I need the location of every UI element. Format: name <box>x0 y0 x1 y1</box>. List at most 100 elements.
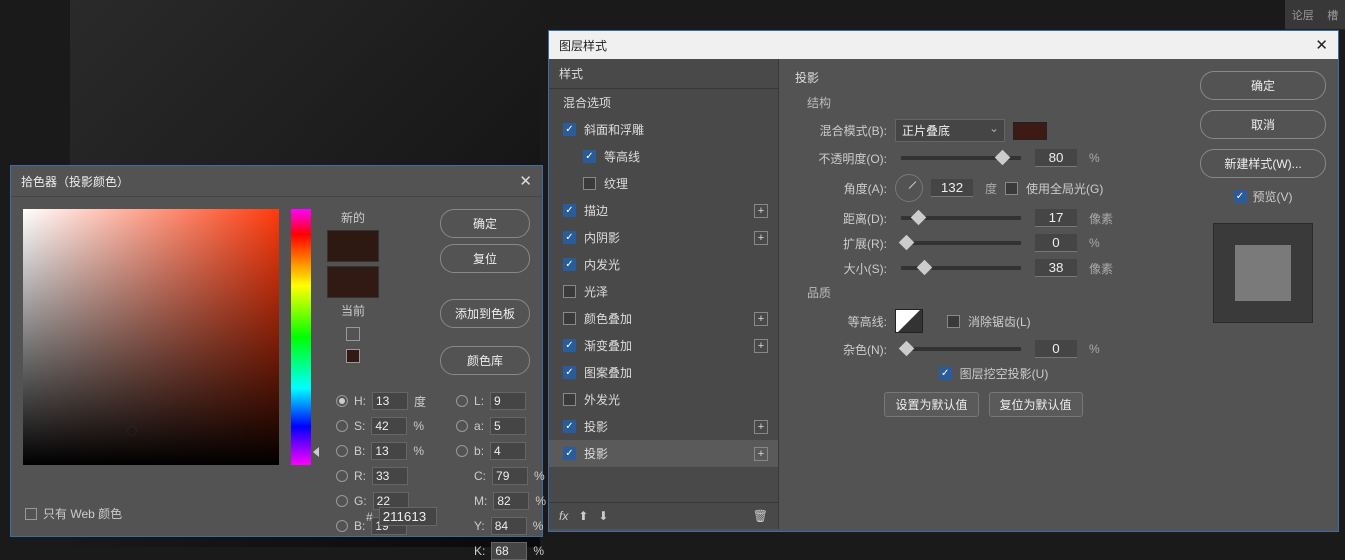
checkbox-icon[interactable] <box>563 285 576 298</box>
opacity-input[interactable] <box>1035 149 1077 167</box>
checkbox-icon[interactable] <box>563 231 576 244</box>
labb-input[interactable] <box>490 442 526 460</box>
tab-layers[interactable]: 论层 <box>1292 7 1314 23</box>
add-icon[interactable]: + <box>754 447 768 461</box>
cancel-button[interactable]: 取消 <box>1200 110 1326 139</box>
s-input[interactable] <box>371 417 407 435</box>
y-input[interactable] <box>491 517 527 535</box>
add-swatch-button[interactable]: 添加到色板 <box>440 299 530 328</box>
s-radio[interactable] <box>336 420 348 432</box>
h-radio[interactable] <box>336 395 348 407</box>
k-input[interactable] <box>491 542 527 560</box>
lab-b-radio[interactable] <box>456 445 468 457</box>
inner-glow-item[interactable]: 内发光 <box>549 251 778 278</box>
texture-item[interactable]: 纹理 <box>549 170 778 197</box>
knockout-label: 图层挖空投影(U) <box>960 365 1049 382</box>
shadow-color-swatch[interactable] <box>1013 122 1047 140</box>
preview-label: 预览(V) <box>1253 188 1293 205</box>
add-icon[interactable]: + <box>754 339 768 353</box>
layer-style-dialog: 图层样式 ✕ 样式 混合选项 斜面和浮雕 等高线 纹理 描边+ 内阴影+ 内发光… <box>548 30 1339 532</box>
color-field[interactable] <box>23 209 279 465</box>
noise-slider[interactable] <box>901 347 1021 351</box>
angle-input[interactable] <box>931 179 973 197</box>
angle-dial[interactable] <box>895 174 923 202</box>
bb-radio[interactable] <box>336 520 348 532</box>
arrow-up-icon[interactable]: ⬆ <box>578 509 588 523</box>
l-input[interactable] <box>490 392 526 410</box>
checkbox-icon[interactable] <box>563 258 576 271</box>
color-library-button[interactable]: 颜色库 <box>440 346 530 375</box>
l-radio[interactable] <box>456 395 468 407</box>
satin-item[interactable]: 光泽 <box>549 278 778 305</box>
cube-icon[interactable] <box>346 327 360 341</box>
m-input[interactable] <box>493 492 529 510</box>
checkbox-icon[interactable] <box>563 420 576 433</box>
blend-options-item[interactable]: 混合选项 <box>549 89 778 116</box>
checkbox-icon[interactable] <box>563 312 576 325</box>
checkbox-icon[interactable] <box>563 123 576 136</box>
warning-color-icon[interactable] <box>346 349 360 363</box>
tab-channels[interactable]: 槽 <box>1327 7 1338 23</box>
new-style-button[interactable]: 新建样式(W)... <box>1200 149 1326 178</box>
add-icon[interactable]: + <box>754 420 768 434</box>
checkbox-icon[interactable] <box>583 150 596 163</box>
drop-shadow-item-2[interactable]: 投影+ <box>549 440 778 467</box>
bv-input[interactable] <box>371 442 407 460</box>
add-icon[interactable]: + <box>754 204 768 218</box>
a-radio[interactable] <box>456 420 468 432</box>
contour-item[interactable]: 等高线 <box>549 143 778 170</box>
close-icon[interactable]: ✕ <box>519 172 532 190</box>
drop-shadow-item-1[interactable]: 投影+ <box>549 413 778 440</box>
opacity-slider[interactable] <box>901 156 1021 160</box>
noise-input[interactable] <box>1035 340 1077 358</box>
c-input[interactable] <box>492 467 528 485</box>
ok-button[interactable]: 确定 <box>440 209 530 238</box>
knockout-checkbox[interactable] <box>939 367 952 380</box>
r-radio[interactable] <box>336 470 348 482</box>
size-input[interactable] <box>1035 259 1077 277</box>
h-input[interactable] <box>372 392 408 410</box>
gradient-overlay-item[interactable]: 渐变叠加+ <box>549 332 778 359</box>
reset-default-button[interactable]: 复位为默认值 <box>989 392 1083 417</box>
distance-slider[interactable] <box>901 216 1021 220</box>
close-icon[interactable]: ✕ <box>1315 36 1328 54</box>
distance-input[interactable] <box>1035 209 1077 227</box>
contour-picker[interactable] <box>895 309 923 333</box>
checkbox-icon[interactable] <box>563 204 576 217</box>
checkbox-icon[interactable] <box>563 366 576 379</box>
arrow-down-icon[interactable]: ⬇ <box>598 509 608 523</box>
hue-arrow-icon <box>313 447 319 457</box>
trash-icon[interactable]: 🗑 <box>753 509 768 523</box>
add-icon[interactable]: + <box>754 312 768 326</box>
current-color-swatch[interactable] <box>327 266 379 298</box>
web-only-checkbox[interactable] <box>25 508 37 520</box>
checkbox-icon[interactable] <box>563 339 576 352</box>
color-overlay-item[interactable]: 颜色叠加+ <box>549 305 778 332</box>
hue-slider[interactable] <box>291 209 311 465</box>
reset-button[interactable]: 复位 <box>440 244 530 273</box>
g-radio[interactable] <box>336 495 348 507</box>
new-color-swatch[interactable] <box>327 230 379 262</box>
inner-shadow-item[interactable]: 内阴影+ <box>549 224 778 251</box>
a-input[interactable] <box>490 417 526 435</box>
checkbox-icon[interactable] <box>583 177 596 190</box>
checkbox-icon[interactable] <box>563 447 576 460</box>
ok-button[interactable]: 确定 <box>1200 71 1326 100</box>
preview-checkbox[interactable] <box>1234 190 1247 203</box>
blend-mode-select[interactable]: 正片叠底 <box>895 119 1005 142</box>
add-icon[interactable]: + <box>754 231 768 245</box>
set-default-button[interactable]: 设置为默认值 <box>884 392 978 417</box>
r-input[interactable] <box>372 467 408 485</box>
bevel-item[interactable]: 斜面和浮雕 <box>549 116 778 143</box>
global-light-checkbox[interactable] <box>1005 182 1018 195</box>
hex-input[interactable] <box>379 507 437 526</box>
b-radio[interactable] <box>336 445 348 457</box>
pattern-overlay-item[interactable]: 图案叠加 <box>549 359 778 386</box>
antialias-checkbox[interactable] <box>947 315 960 328</box>
stroke-item[interactable]: 描边+ <box>549 197 778 224</box>
checkbox-icon[interactable] <box>563 393 576 406</box>
outer-glow-item[interactable]: 外发光 <box>549 386 778 413</box>
spread-slider[interactable] <box>901 241 1021 245</box>
spread-input[interactable] <box>1035 234 1077 252</box>
size-slider[interactable] <box>901 266 1021 270</box>
